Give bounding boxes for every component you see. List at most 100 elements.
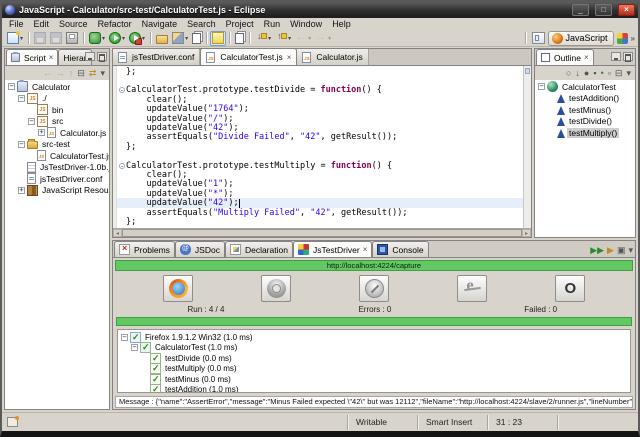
dropdown-arrow-icon[interactable]: ▾ xyxy=(328,35,331,42)
tree-item[interactable]: −Firefox 1.9.1.2 Win32 (1.0 ms) xyxy=(118,332,630,343)
tree-item[interactable]: −src xyxy=(5,116,109,128)
code-line[interactable]: assertEquals("Multiply Failed", "42", ge… xyxy=(117,208,523,217)
tree-item[interactable]: testDivide (0.0 ms) xyxy=(118,353,630,364)
view-menu-icon[interactable]: ▾ xyxy=(100,67,105,79)
view-menu-icon[interactable]: ▾ xyxy=(626,67,631,79)
collapse-all-icon[interactable]: ⊟ xyxy=(615,67,623,79)
back-icon[interactable]: ← xyxy=(43,67,52,79)
tree-item[interactable]: testMultiply (0.0 ms) xyxy=(118,364,630,375)
code-line[interactable]: assertEquals("Divide Failed", "42", getR… xyxy=(117,133,523,142)
menu-run[interactable]: Run xyxy=(259,19,286,29)
hide-locals-icon[interactable]: ▫ xyxy=(608,67,611,79)
code-line[interactable]: updateValue("42"); xyxy=(117,198,523,207)
new-wizard-button[interactable]: ▾ xyxy=(5,31,25,46)
expander-icon[interactable]: − xyxy=(131,344,138,351)
tab-jstestdriver[interactable]: JsTestDriver× xyxy=(293,241,372,257)
scrollbar-thumb[interactable] xyxy=(122,229,522,237)
minimize-view-icon[interactable] xyxy=(611,52,621,61)
maximize-window-button[interactable]: □ xyxy=(595,4,612,16)
tree-item[interactable]: +JavaScript Resources xyxy=(5,185,109,197)
opera-browser-button[interactable] xyxy=(555,275,585,302)
expander-icon[interactable]: − xyxy=(28,118,35,125)
close-view-icon[interactable]: × xyxy=(363,245,368,254)
tree-item[interactable]: −CalculatorTest xyxy=(535,81,635,93)
forward-icon[interactable]: → xyxy=(56,67,65,79)
tree-item[interactable]: −CalculatorTest (1.0 ms) xyxy=(118,343,630,354)
hide-fields-icon[interactable]: ● xyxy=(584,67,589,79)
code-line[interactable]: CalculatorTest.prototype.testDivide = fu… xyxy=(117,86,523,95)
close-tab-icon[interactable]: × xyxy=(287,53,292,62)
tree-item[interactable]: −./ xyxy=(5,93,109,105)
forward-button[interactable]: ▾ xyxy=(313,31,333,46)
scroll-left-icon[interactable]: ◂ xyxy=(113,229,122,237)
tree-item[interactable]: testAddition (1.0 ms) xyxy=(118,385,630,394)
close-view-icon[interactable]: × xyxy=(584,53,589,62)
next-annotation-button[interactable]: ▾ xyxy=(253,31,273,46)
tab-console[interactable]: Console xyxy=(372,241,428,257)
tab-declaration[interactable]: Declaration xyxy=(225,241,293,257)
expander-icon[interactable]: + xyxy=(38,129,45,136)
tree-item[interactable]: testMinus() xyxy=(535,104,635,116)
menu-navigate[interactable]: Navigate xyxy=(137,19,183,29)
open-resource-button[interactable] xyxy=(154,31,170,46)
menu-source[interactable]: Source xyxy=(54,19,93,29)
rerun-tests-icon[interactable]: ▶▶ xyxy=(590,244,604,256)
code-line[interactable]: CalculatorTest.prototype.testMultiply = … xyxy=(117,161,523,170)
tab-jsdoc[interactable]: JSDoc xyxy=(175,241,225,257)
view-menu-icon[interactable]: ▾ xyxy=(628,244,633,256)
dropdown-arrow-icon[interactable]: ▾ xyxy=(288,35,291,42)
tree-item[interactable]: testMinus (0.0 ms) xyxy=(118,374,630,385)
code-line[interactable]: updateValue("42"); xyxy=(117,123,523,132)
menu-search[interactable]: Search xyxy=(182,19,221,29)
editor-tab[interactable]: CalculatorTest.js× xyxy=(200,48,297,65)
back-button[interactable]: ▾ xyxy=(293,31,313,46)
expander-icon[interactable]: − xyxy=(18,95,25,102)
code-line[interactable]: updateValue("/"); xyxy=(117,114,523,123)
annotate-button[interactable]: ▾ xyxy=(170,31,190,46)
tree-item[interactable]: jsTestDriver.conf xyxy=(5,173,109,185)
new-snippet-button[interactable] xyxy=(190,31,203,46)
firefox-browser-button[interactable] xyxy=(163,275,193,302)
scroll-right-icon[interactable]: ▸ xyxy=(522,229,531,237)
open-perspective-icon[interactable] xyxy=(532,32,545,44)
tree-item[interactable]: JsTestDriver-1.0b.jar xyxy=(5,162,109,174)
code-line[interactable]: }; xyxy=(117,67,523,76)
mark-occurrences-button[interactable] xyxy=(210,31,226,46)
menu-refactor[interactable]: Refactor xyxy=(93,19,137,29)
code-line[interactable]: updateValue("1764"); xyxy=(117,105,523,114)
dropdown-arrow-icon[interactable]: ▾ xyxy=(20,35,23,42)
dropdown-arrow-icon[interactable]: ▾ xyxy=(308,35,311,42)
show-public-icon[interactable]: • xyxy=(601,67,604,79)
run-external-tools-button[interactable]: ▾ xyxy=(127,31,147,46)
prev-annotation-button[interactable]: ▾ xyxy=(273,31,293,46)
toolbar-overflow-chevron[interactable]: » xyxy=(631,34,635,43)
expander-icon[interactable]: − xyxy=(8,83,15,90)
tab-outline[interactable]: Outline × xyxy=(536,49,594,65)
expander-icon[interactable]: − xyxy=(18,141,25,148)
code-line[interactable]: clear(); xyxy=(117,95,523,104)
open-type-button[interactable] xyxy=(233,31,246,46)
menu-edit[interactable]: Edit xyxy=(29,19,55,29)
minimize-view-icon[interactable] xyxy=(85,52,95,61)
tree-item[interactable]: testMultiply() xyxy=(535,127,635,139)
fold-collapse-icon[interactable] xyxy=(119,87,125,93)
code-line[interactable] xyxy=(117,152,523,161)
menu-help[interactable]: Help xyxy=(327,19,356,29)
fast-view-tray-icon[interactable] xyxy=(7,417,18,427)
link-editor-icon[interactable]: ⇄ xyxy=(89,67,97,79)
code-line[interactable]: updateValue("*"); xyxy=(117,189,523,198)
tree-item[interactable]: −src-test xyxy=(5,139,109,151)
menu-project[interactable]: Project xyxy=(221,19,259,29)
maximize-view-icon[interactable] xyxy=(97,52,107,61)
debug-button[interactable]: ▾ xyxy=(87,31,107,46)
code-line[interactable]: updateValue("1"); xyxy=(117,180,523,189)
collapse-all-icon[interactable]: ⊟ xyxy=(77,67,85,79)
tree-item[interactable]: testAddition() xyxy=(535,93,635,105)
up-icon[interactable]: ↑ xyxy=(69,67,74,79)
safari-browser-button[interactable] xyxy=(359,275,389,302)
show-failures-only-icon[interactable]: ▣ xyxy=(617,244,626,256)
dropdown-arrow-icon[interactable]: ▾ xyxy=(185,35,188,42)
close-window-button[interactable]: × xyxy=(618,4,635,16)
run-captured-icon[interactable]: ▶ xyxy=(607,244,614,256)
menu-file[interactable]: File xyxy=(4,19,29,29)
